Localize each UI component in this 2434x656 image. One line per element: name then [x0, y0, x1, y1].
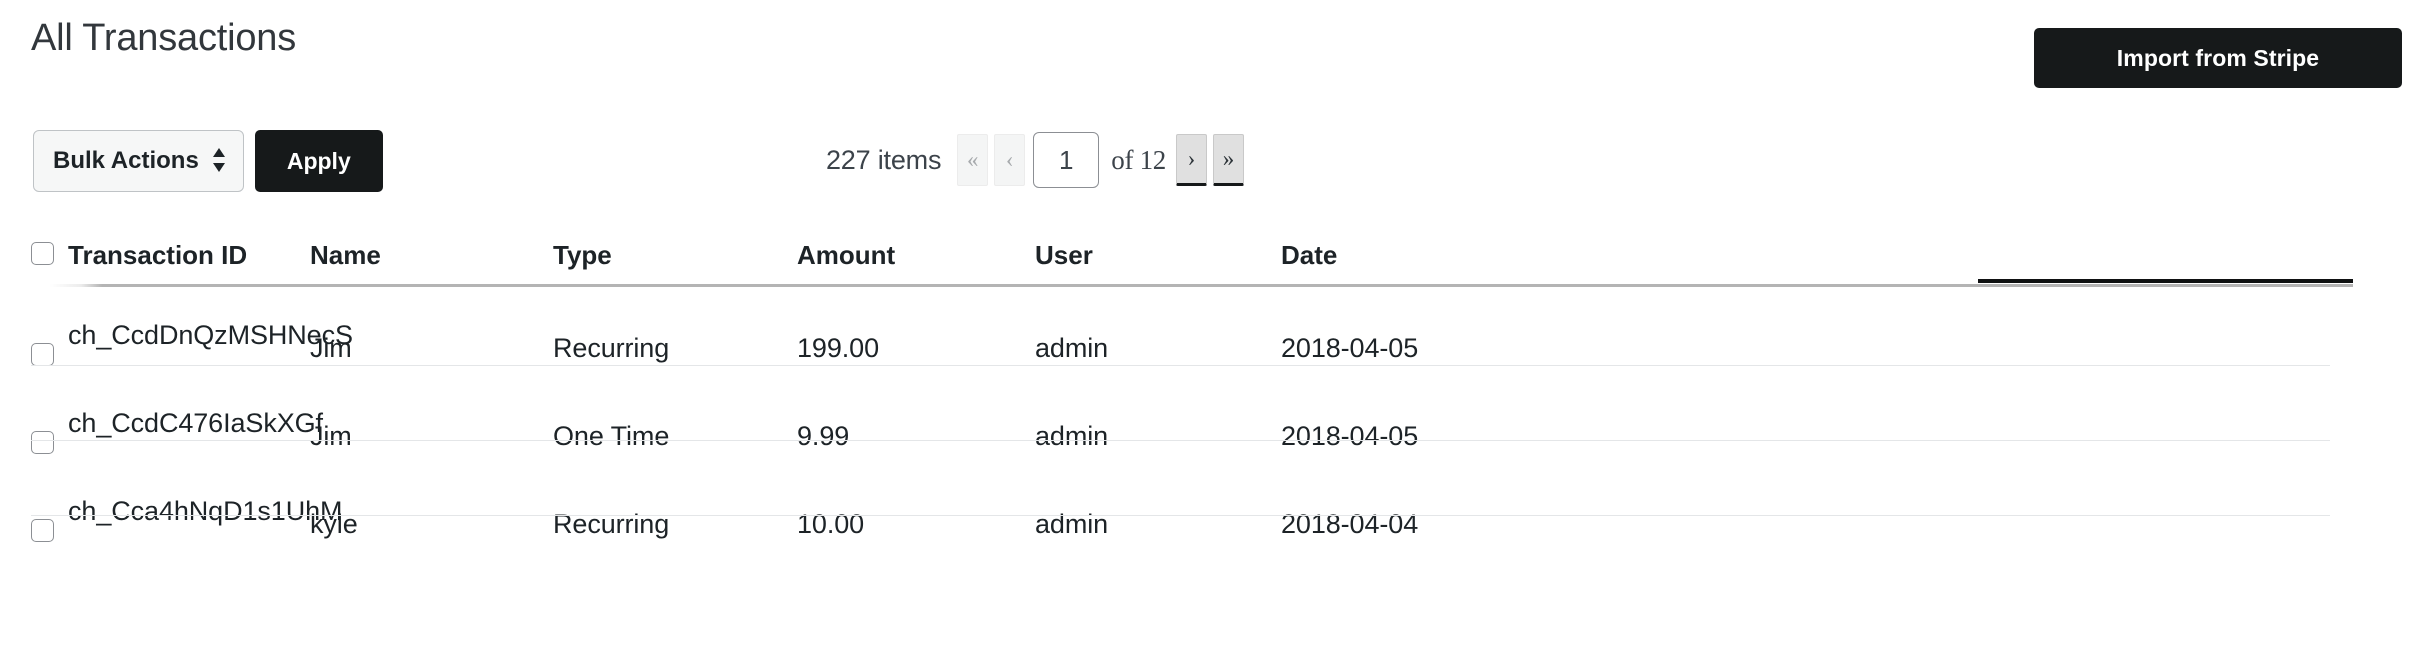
- row-select-checkbox[interactable]: [31, 519, 54, 542]
- page-title: All Transactions: [31, 17, 297, 59]
- pagination: 227 items « ‹ of 12 › »: [826, 132, 1250, 188]
- cell-date: 2018-04-05: [1281, 333, 1419, 363]
- select-all-cell: [0, 222, 68, 265]
- cell-user: admin: [1035, 333, 1109, 363]
- table-header-rule: [50, 284, 2353, 287]
- row-select-cell: [0, 491, 68, 542]
- column-header-name[interactable]: Name: [310, 222, 553, 271]
- bulk-actions-toolbar: Bulk Actions Apply: [33, 130, 383, 192]
- row-separator: [31, 515, 2330, 516]
- bulk-actions-select[interactable]: Bulk Actions: [33, 130, 244, 192]
- pagination-next-button[interactable]: ›: [1176, 134, 1207, 186]
- cell-user: admin: [1035, 421, 1109, 451]
- row-separator: [31, 365, 2330, 366]
- row-select-cell: [0, 403, 68, 454]
- table-body: ch_CcdDnQzMSHNecS Jim Recurring 199.00 a…: [0, 315, 2434, 566]
- cell-type: One Time: [553, 421, 670, 451]
- row-select-cell: [0, 315, 68, 366]
- cell-amount: 199.00: [797, 333, 879, 363]
- table-row[interactable]: ch_Cca4hNqD1s1UhM kyle Recurring 10.00 a…: [0, 491, 2434, 566]
- column-header-user[interactable]: User: [1035, 222, 1281, 271]
- column-header-amount[interactable]: Amount: [797, 222, 1035, 271]
- cell-name: Jim: [310, 333, 352, 363]
- cell-transaction-id: ch_Cca4hNqD1s1UhM: [68, 496, 343, 526]
- table-header-row: Transaction ID Name Type Amount User Dat…: [0, 222, 2434, 284]
- cell-type: Recurring: [553, 333, 670, 363]
- pagination-first-button[interactable]: «: [957, 134, 989, 186]
- sorted-column-indicator: [1978, 279, 2353, 283]
- row-select-checkbox[interactable]: [31, 343, 54, 366]
- column-header-date[interactable]: Date: [1281, 222, 1656, 271]
- pagination-last-button[interactable]: »: [1213, 134, 1244, 186]
- transactions-page: All Transactions Import from Stripe Bulk…: [0, 0, 2434, 656]
- cell-transaction-id: ch_CcdC476IaSkXGf: [68, 408, 323, 438]
- bulk-actions-select-label: Bulk Actions: [53, 147, 199, 174]
- cell-amount: 9.99: [797, 421, 850, 451]
- import-from-stripe-button[interactable]: Import from Stripe: [2034, 28, 2402, 88]
- up-down-chevron-icon: [211, 146, 227, 174]
- row-separator: [31, 440, 2330, 441]
- select-all-checkbox[interactable]: [31, 242, 54, 265]
- table-header-rule-fade: [50, 284, 102, 287]
- apply-button[interactable]: Apply: [254, 130, 383, 192]
- table-row[interactable]: ch_CcdDnQzMSHNecS Jim Recurring 199.00 a…: [0, 315, 2434, 390]
- row-select-checkbox[interactable]: [31, 431, 54, 454]
- cell-name: Jim: [310, 421, 352, 451]
- pagination-total-pages: of 12: [1111, 144, 1166, 175]
- pagination-item-count: 227 items: [825, 144, 942, 175]
- cell-transaction-id: ch_CcdDnQzMSHNecS: [68, 320, 353, 350]
- column-header-type[interactable]: Type: [553, 222, 797, 271]
- column-header-transaction-id[interactable]: Transaction ID: [68, 222, 310, 271]
- pagination-prev-button[interactable]: ‹: [994, 134, 1026, 186]
- transactions-table: Transaction ID Name Type Amount User Dat…: [0, 222, 2434, 566]
- cell-date: 2018-04-05: [1281, 421, 1419, 451]
- pagination-page-input[interactable]: [1033, 132, 1100, 188]
